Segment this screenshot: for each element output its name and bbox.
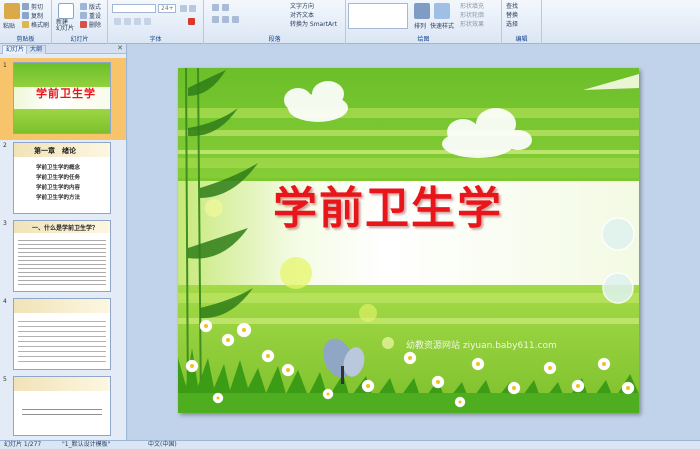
paste-icon[interactable] xyxy=(4,3,20,19)
thumb-header xyxy=(14,377,110,391)
delete-icon[interactable] xyxy=(80,21,87,28)
thumb-slide-2[interactable]: 第一章 绪论 学前卫生学的概念 学前卫生学的任务 学前卫生学的内容 学前卫生学的… xyxy=(13,142,111,214)
thumb-title: 学前卫生学 xyxy=(36,87,96,100)
underline-icon[interactable] xyxy=(134,18,141,25)
numbering-icon[interactable] xyxy=(222,4,229,11)
language-status[interactable]: 中文(中国) xyxy=(148,441,177,449)
pane-tabs: 幻灯片 大纲 ✕ xyxy=(0,44,126,54)
align-left-icon[interactable] xyxy=(212,16,219,23)
format-painter-button[interactable]: 格式刷 xyxy=(31,20,49,29)
new-slide-button[interactable]: 新建 幻灯片 xyxy=(56,20,74,32)
copy-icon[interactable] xyxy=(22,12,29,19)
bold-icon[interactable] xyxy=(114,18,121,25)
slide-background-art xyxy=(178,68,639,413)
paragraph-group-label: 段落 xyxy=(268,36,281,43)
slide-editor: 学前卫生学 幼教资源网站 ziyuan.baby611.com xyxy=(128,44,700,440)
strikethrough-icon[interactable] xyxy=(144,18,151,25)
font-name-combo[interactable] xyxy=(112,4,156,13)
drawing-group: 排列 快速样式 形状填充 形状轮廓 形状效果 绘图 xyxy=(346,0,502,44)
thumb-slide-1[interactable]: 学前卫生学 xyxy=(13,62,111,134)
clipboard-group-label: 剪贴板 xyxy=(16,36,35,43)
delete-button[interactable]: 删除 xyxy=(89,20,101,29)
shape-outline-button[interactable]: 形状轮廓 xyxy=(460,10,484,19)
slides-group: 新建 幻灯片 版式 重设 删除 幻灯片 xyxy=(52,0,108,44)
thumb-body-text xyxy=(22,405,102,415)
format-painter-icon[interactable] xyxy=(22,21,29,28)
italic-icon[interactable] xyxy=(124,18,131,25)
quick-styles-button[interactable]: 快速样式 xyxy=(430,21,454,30)
thumb-number: 3 xyxy=(3,220,7,227)
reset-button[interactable]: 重设 xyxy=(89,11,101,20)
find-button[interactable]: 查找 xyxy=(506,1,518,10)
thumb-number: 1 xyxy=(3,62,7,69)
replace-button[interactable]: 替换 xyxy=(506,10,518,19)
reset-icon[interactable] xyxy=(80,12,87,19)
thumb-list: 学前卫生学的概念 学前卫生学的任务 学前卫生学的内容 学前卫生学的方法 xyxy=(36,163,80,203)
slide-title[interactable]: 学前卫生学 xyxy=(273,172,503,236)
font-group-label: 字体 xyxy=(149,36,162,43)
layout-button[interactable]: 版式 xyxy=(89,2,101,11)
thumb-slide-4[interactable] xyxy=(13,298,111,370)
cut-button[interactable]: 剪切 xyxy=(31,2,43,11)
align-text-button[interactable]: 对齐文本 xyxy=(290,10,314,19)
copy-button[interactable]: 复制 xyxy=(31,11,43,20)
cut-icon[interactable] xyxy=(22,3,29,10)
shape-fill-button[interactable]: 形状填充 xyxy=(460,1,484,10)
clipboard-group: 粘贴 剪切 复制 格式刷 剪贴板 xyxy=(0,0,52,44)
paragraph-group: 文字方向 对齐文本 转换为 SmartArt 段落 xyxy=(204,0,346,44)
thumb-list-item: 学前卫生学的方法 xyxy=(36,195,81,201)
shape-effects-button[interactable]: 形状效果 xyxy=(460,19,484,28)
tab-outline[interactable]: 大纲 xyxy=(26,45,47,54)
thumb-body-text xyxy=(18,237,106,287)
text-direction-button[interactable]: 文字方向 xyxy=(290,1,314,10)
select-button[interactable]: 选择 xyxy=(506,19,518,28)
thumb-slide-3[interactable]: 一、什么是学前卫生学？ xyxy=(13,220,111,292)
new-slide-icon[interactable] xyxy=(58,3,74,19)
grow-font-icon[interactable] xyxy=(180,5,187,12)
quick-styles-icon[interactable] xyxy=(434,3,450,19)
align-right-icon[interactable] xyxy=(232,16,239,23)
drawing-group-label: 绘图 xyxy=(417,36,430,43)
arrange-icon[interactable] xyxy=(414,3,430,19)
thumb-list-item: 学前卫生学的任务 xyxy=(36,175,81,181)
slide-count: 幻灯片 1/277 xyxy=(4,441,42,448)
shapes-gallery[interactable] xyxy=(348,3,408,29)
align-center-icon[interactable] xyxy=(222,16,229,23)
paste-button[interactable]: 粘贴 xyxy=(3,21,15,30)
tab-slides[interactable]: 幻灯片 xyxy=(2,45,29,54)
editing-group: 查找 替换 选择 编辑 xyxy=(502,0,542,44)
thumb-number: 5 xyxy=(3,376,7,383)
font-size-combo[interactable]: 24+ xyxy=(158,4,176,13)
close-icon[interactable]: ✕ xyxy=(117,44,123,52)
butterfly-icon xyxy=(323,338,365,384)
font-color-icon[interactable] xyxy=(188,18,195,25)
thumb-title: 第一章 绪论 xyxy=(34,147,76,155)
bullets-icon[interactable] xyxy=(212,4,219,11)
watermark-text: 幼教资源网站 ziyuan.baby611.com xyxy=(406,341,557,351)
thumb-body-text xyxy=(18,317,106,365)
thumb-list-item: 学前卫生学的概念 xyxy=(36,165,81,171)
status-bar: 幻灯片 1/277 "1_默认设计模板" 中文(中国) xyxy=(0,440,700,449)
thumb-number: 4 xyxy=(3,298,7,305)
thumb-header xyxy=(14,299,110,313)
smartart-button[interactable]: 转换为 SmartArt xyxy=(290,19,337,28)
theme-name: "1_默认设计模板" xyxy=(62,441,111,448)
slides-group-label: 幻灯片 xyxy=(70,36,89,43)
slides-pane: 幻灯片 大纲 ✕ 1 学前卫生学 2 第一章 绪论 学前卫生学的概念 学前卫生学… xyxy=(0,44,127,440)
thumb-number: 2 xyxy=(3,142,7,149)
thumb-list-item: 学前卫生学的内容 xyxy=(36,185,81,191)
slide-canvas[interactable]: 学前卫生学 幼教资源网站 ziyuan.baby611.com xyxy=(178,68,639,413)
thumb-slide-5[interactable] xyxy=(13,376,111,436)
ribbon: 粘贴 剪切 复制 格式刷 剪贴板 新建 幻灯片 版式 重设 删除 幻灯片 24+… xyxy=(0,0,700,44)
font-group: 24+ 字体 xyxy=(108,0,204,44)
arrange-button[interactable]: 排列 xyxy=(414,21,426,30)
shrink-font-icon[interactable] xyxy=(189,5,196,12)
layout-icon[interactable] xyxy=(80,3,87,10)
editing-group-label: 编辑 xyxy=(515,36,528,43)
thumb-title: 一、什么是学前卫生学？ xyxy=(32,225,99,232)
